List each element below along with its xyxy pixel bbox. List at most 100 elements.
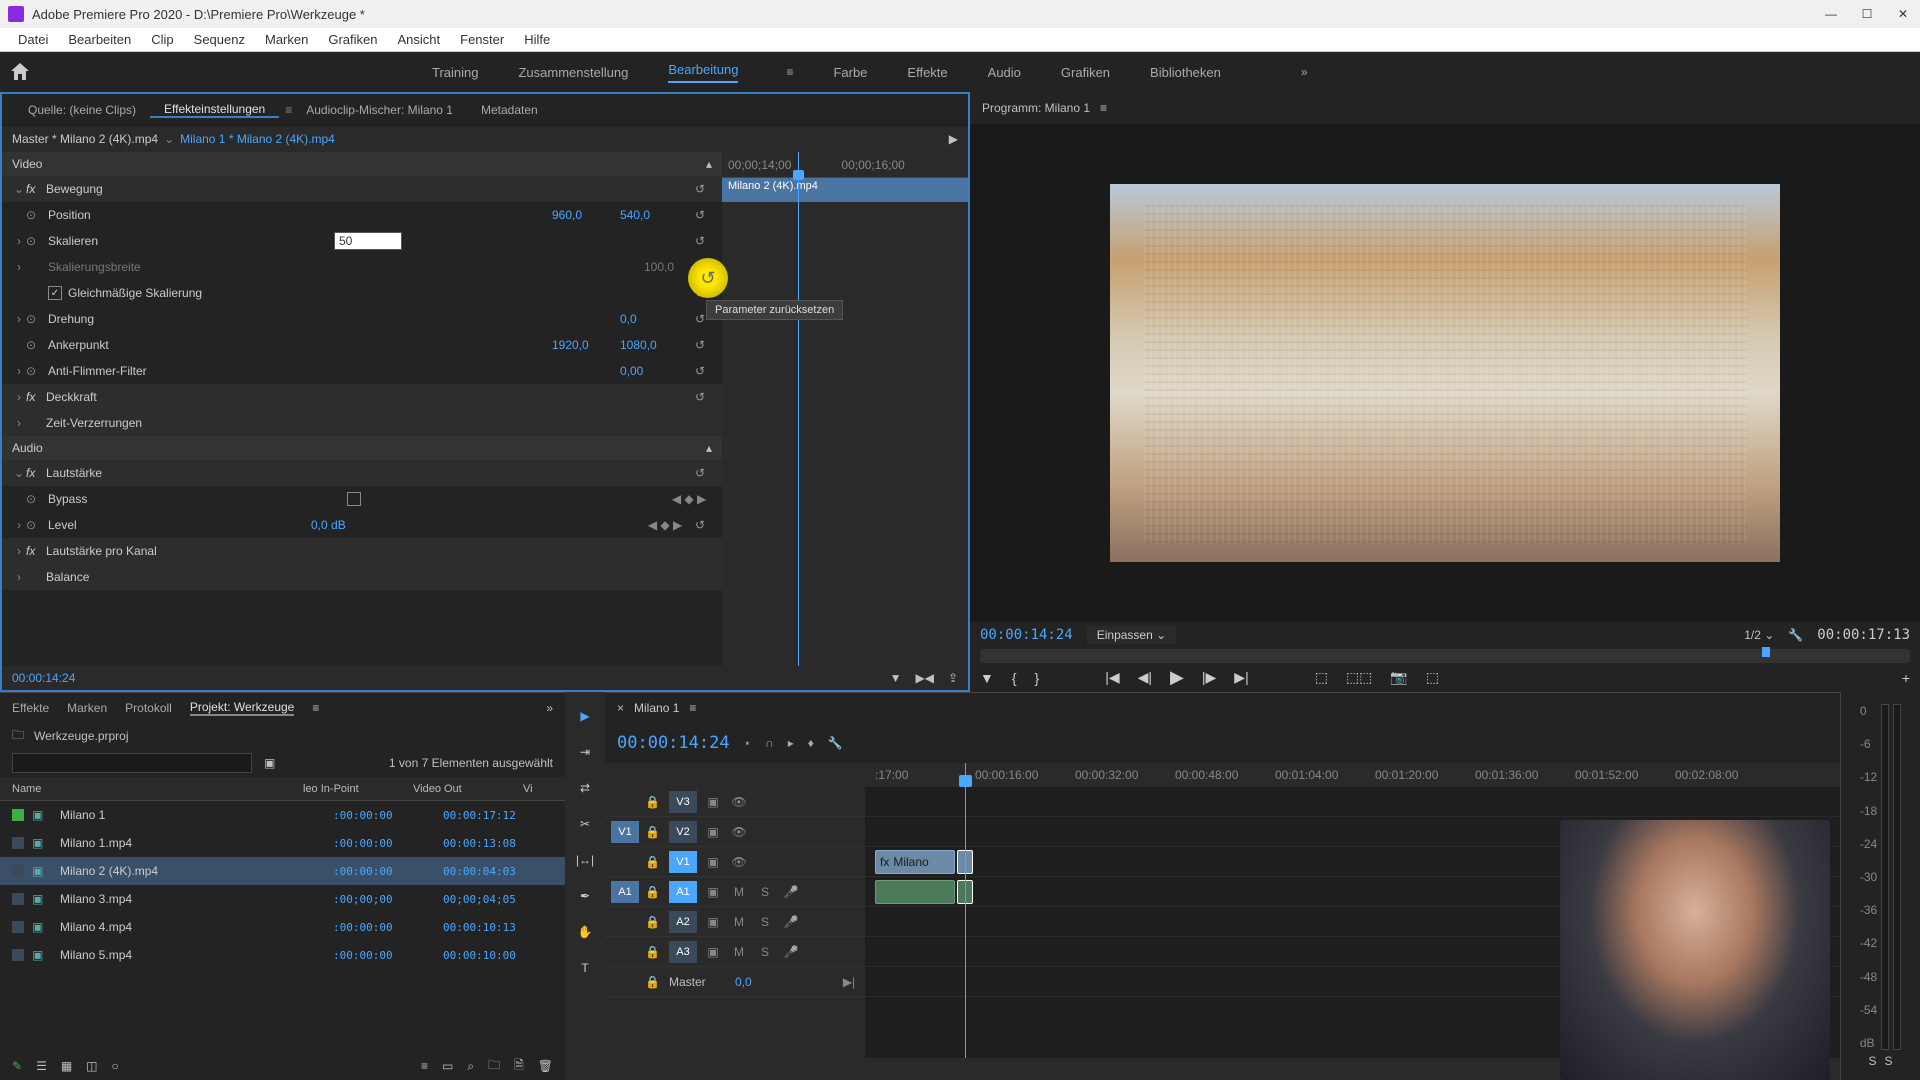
reset-icon[interactable]: ↺ — [688, 466, 712, 480]
tab-audio-mixer[interactable]: Audioclip-Mischer: Milano 1 — [292, 103, 467, 117]
minimize-button[interactable]: — — [1822, 7, 1840, 21]
eye-icon[interactable]: 👁 — [729, 825, 749, 839]
project-search-input[interactable] — [12, 753, 252, 773]
solo-icon[interactable]: S — [755, 885, 775, 899]
lock-icon[interactable]: 🔒 — [645, 945, 663, 959]
new-item-icon[interactable]: ✎ — [12, 1059, 22, 1073]
effect-timeline[interactable]: 00;00;14;00 00;00;16;00 Milano 2 (4K).mp… — [722, 152, 968, 666]
track-v3[interactable]: V3 — [669, 791, 697, 813]
workspace-menu-icon[interactable]: ≡ — [786, 65, 793, 79]
voice-over-icon[interactable]: 🎤 — [781, 915, 801, 929]
track-a2[interactable]: A2 — [669, 911, 697, 933]
twirl-icon[interactable]: › — [12, 518, 26, 532]
label-chip[interactable] — [12, 837, 24, 849]
close-button[interactable]: ✕ — [1894, 7, 1912, 21]
project-row[interactable]: ▣Milano 1.mp4:00:00:0000:00:13:08 — [0, 829, 565, 857]
find-icon[interactable]: ⌕ — [467, 1059, 474, 1074]
twirl-icon[interactable]: › — [12, 390, 26, 404]
eye-icon[interactable]: 👁 — [729, 855, 749, 869]
mute-icon[interactable]: M — [729, 885, 749, 899]
ripple-edit-tool[interactable]: ⇄ — [573, 776, 597, 800]
reset-icon[interactable]: ↺ — [688, 182, 712, 196]
keyframe-nav[interactable]: ◀ ◆ ▶ — [666, 492, 712, 506]
workspace-grafiken[interactable]: Grafiken — [1061, 65, 1110, 80]
stopwatch-icon[interactable]: ⊙ — [26, 208, 42, 222]
src-v1[interactable]: V1 — [611, 821, 639, 843]
anker-x[interactable]: 1920,0 — [552, 338, 620, 352]
seq-menu-icon[interactable]: ≡ — [689, 701, 696, 715]
delete-icon[interactable]: 🗑 — [538, 1059, 553, 1073]
share-icon[interactable]: ⇪ — [948, 671, 958, 685]
pen-tool[interactable]: ✒ — [573, 884, 597, 908]
fx-icon[interactable]: fx — [26, 182, 46, 196]
add-button[interactable]: + — [1902, 670, 1910, 686]
twirl-icon[interactable]: › — [12, 544, 26, 558]
lock-icon[interactable]: 🔒 — [645, 855, 663, 869]
new-item-button[interactable]: 🗎 — [514, 1056, 524, 1077]
effect-playhead[interactable] — [798, 152, 799, 666]
tab-metadata[interactable]: Metadaten — [467, 103, 552, 117]
twirl-icon[interactable]: › — [12, 312, 26, 326]
snap-icon[interactable]: ⋆ — [744, 736, 752, 750]
wrench-icon[interactable]: 🔧 — [1788, 628, 1803, 642]
settings-icon[interactable]: 🔧 — [828, 736, 843, 750]
keyframe-nav[interactable]: ◀ ◆ ▶ — [642, 518, 688, 532]
src-a1[interactable]: A1 — [611, 881, 639, 903]
level-value[interactable]: 0,0 dB — [311, 518, 379, 532]
track-select-tool[interactable]: ⇥ — [573, 740, 597, 764]
workspace-bibliotheken[interactable]: Bibliotheken — [1150, 65, 1221, 80]
position-y[interactable]: 540,0 — [620, 208, 688, 222]
project-row[interactable]: ▣Milano 5.mp4:00:00:0000:00:10:00 — [0, 941, 565, 969]
twirl-icon[interactable]: › — [12, 364, 26, 378]
lock-icon[interactable]: 🔒 — [645, 795, 663, 809]
track-master[interactable]: Master — [669, 975, 729, 989]
stopwatch-icon[interactable]: ⊙ — [26, 492, 42, 506]
twirl-icon[interactable]: ⌄ — [12, 466, 26, 480]
eye-icon[interactable]: 👁 — [729, 795, 749, 809]
lock-icon[interactable]: 🔒 — [645, 915, 663, 929]
workspace-farbe[interactable]: Farbe — [833, 65, 867, 80]
fx-icon[interactable]: fx — [26, 544, 46, 558]
toggle-output-icon[interactable]: ▣ — [703, 945, 723, 959]
collapse-icon[interactable]: ▴ — [706, 157, 712, 171]
tab-effect-controls[interactable]: Effekteinstellungen — [150, 102, 279, 118]
program-tc-left[interactable]: 00:00:14:24 — [980, 627, 1073, 643]
program-scrubber[interactable] — [980, 649, 1910, 663]
linked-selection-icon[interactable]: ∩ — [765, 736, 774, 750]
panel-menu-icon[interactable]: ≡ — [312, 701, 319, 715]
drehung-value[interactable]: 0,0 — [620, 312, 688, 326]
lock-icon[interactable]: 🔒 — [645, 885, 663, 899]
solo-right[interactable]: S — [1885, 1054, 1893, 1068]
play-around-icon[interactable]: ▶◀ — [915, 671, 933, 685]
program-menu-icon[interactable]: ≡ — [1100, 101, 1107, 115]
program-zoom-dropdown[interactable]: 1/2 ⌄ — [1744, 628, 1774, 642]
fx-icon[interactable]: fx — [26, 466, 46, 480]
freeform-view-icon[interactable]: ◫ — [86, 1059, 97, 1073]
col-vi[interactable]: Vi — [523, 783, 553, 795]
toggle-output-icon[interactable]: ▣ — [703, 855, 723, 869]
project-row[interactable]: ▣Milano 1:00:00:0000:00:17:12 — [0, 801, 565, 829]
workspace-audio[interactable]: Audio — [988, 65, 1021, 80]
timeline-playhead[interactable] — [965, 763, 966, 1058]
project-row[interactable]: ▣Milano 4.mp4:00:00:0000:00:10:13 — [0, 913, 565, 941]
tab-protokoll[interactable]: Protokoll — [125, 701, 172, 715]
col-name[interactable]: Name — [12, 783, 303, 795]
icon-view-icon[interactable]: ▦ — [61, 1059, 72, 1073]
timeline-tc[interactable]: 00:00:14:24 — [617, 733, 730, 753]
new-bin-icon[interactable]: 🗀 — [488, 1056, 500, 1077]
collapse-icon[interactable]: ▴ — [706, 441, 712, 455]
reset-icon[interactable]: ↺ — [688, 338, 712, 352]
step-back-button[interactable]: ◀| — [1138, 669, 1152, 686]
menu-marken[interactable]: Marken — [255, 32, 318, 47]
tab-marken[interactable]: Marken — [67, 701, 107, 715]
close-seq-icon[interactable]: × — [617, 701, 624, 715]
twirl-icon[interactable]: › — [12, 234, 26, 248]
add-marker-icon[interactable]: ▸ — [788, 736, 794, 750]
workspace-effekte[interactable]: Effekte — [907, 65, 947, 80]
twirl-icon[interactable]: › — [12, 416, 26, 430]
mute-icon[interactable]: M — [729, 945, 749, 959]
track-v1[interactable]: V1 — [669, 851, 697, 873]
antiflimmer-value[interactable]: 0,00 — [620, 364, 688, 378]
play-button[interactable]: ▶ — [1170, 667, 1184, 688]
sequence-name[interactable]: Milano 1 — [634, 701, 679, 715]
